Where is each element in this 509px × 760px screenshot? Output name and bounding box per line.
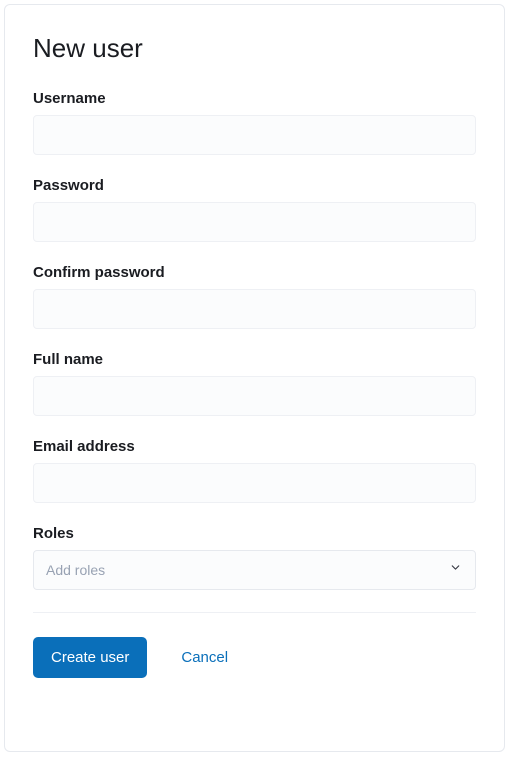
new-user-panel: New user Username Password Confirm passw… [4,4,505,752]
username-input[interactable] [33,115,476,155]
form-actions: Create user Cancel [33,637,476,678]
roles-placeholder: Add roles [46,562,105,578]
email-group: Email address [33,438,476,503]
divider [33,612,476,613]
full-name-group: Full name [33,351,476,416]
username-group: Username [33,90,476,155]
password-input[interactable] [33,202,476,242]
full-name-input[interactable] [33,376,476,416]
password-group: Password [33,177,476,242]
confirm-password-input[interactable] [33,289,476,329]
confirm-password-label: Confirm password [33,264,476,281]
full-name-label: Full name [33,351,476,368]
email-input[interactable] [33,463,476,503]
roles-group: Roles Add roles [33,525,476,590]
roles-select[interactable]: Add roles [33,550,476,590]
username-label: Username [33,90,476,107]
confirm-password-group: Confirm password [33,264,476,329]
cancel-button[interactable]: Cancel [181,649,228,666]
password-label: Password [33,177,476,194]
roles-select-wrapper: Add roles [33,550,476,590]
roles-label: Roles [33,525,476,542]
email-label: Email address [33,438,476,455]
create-user-button[interactable]: Create user [33,637,147,678]
page-title: New user [33,33,476,64]
